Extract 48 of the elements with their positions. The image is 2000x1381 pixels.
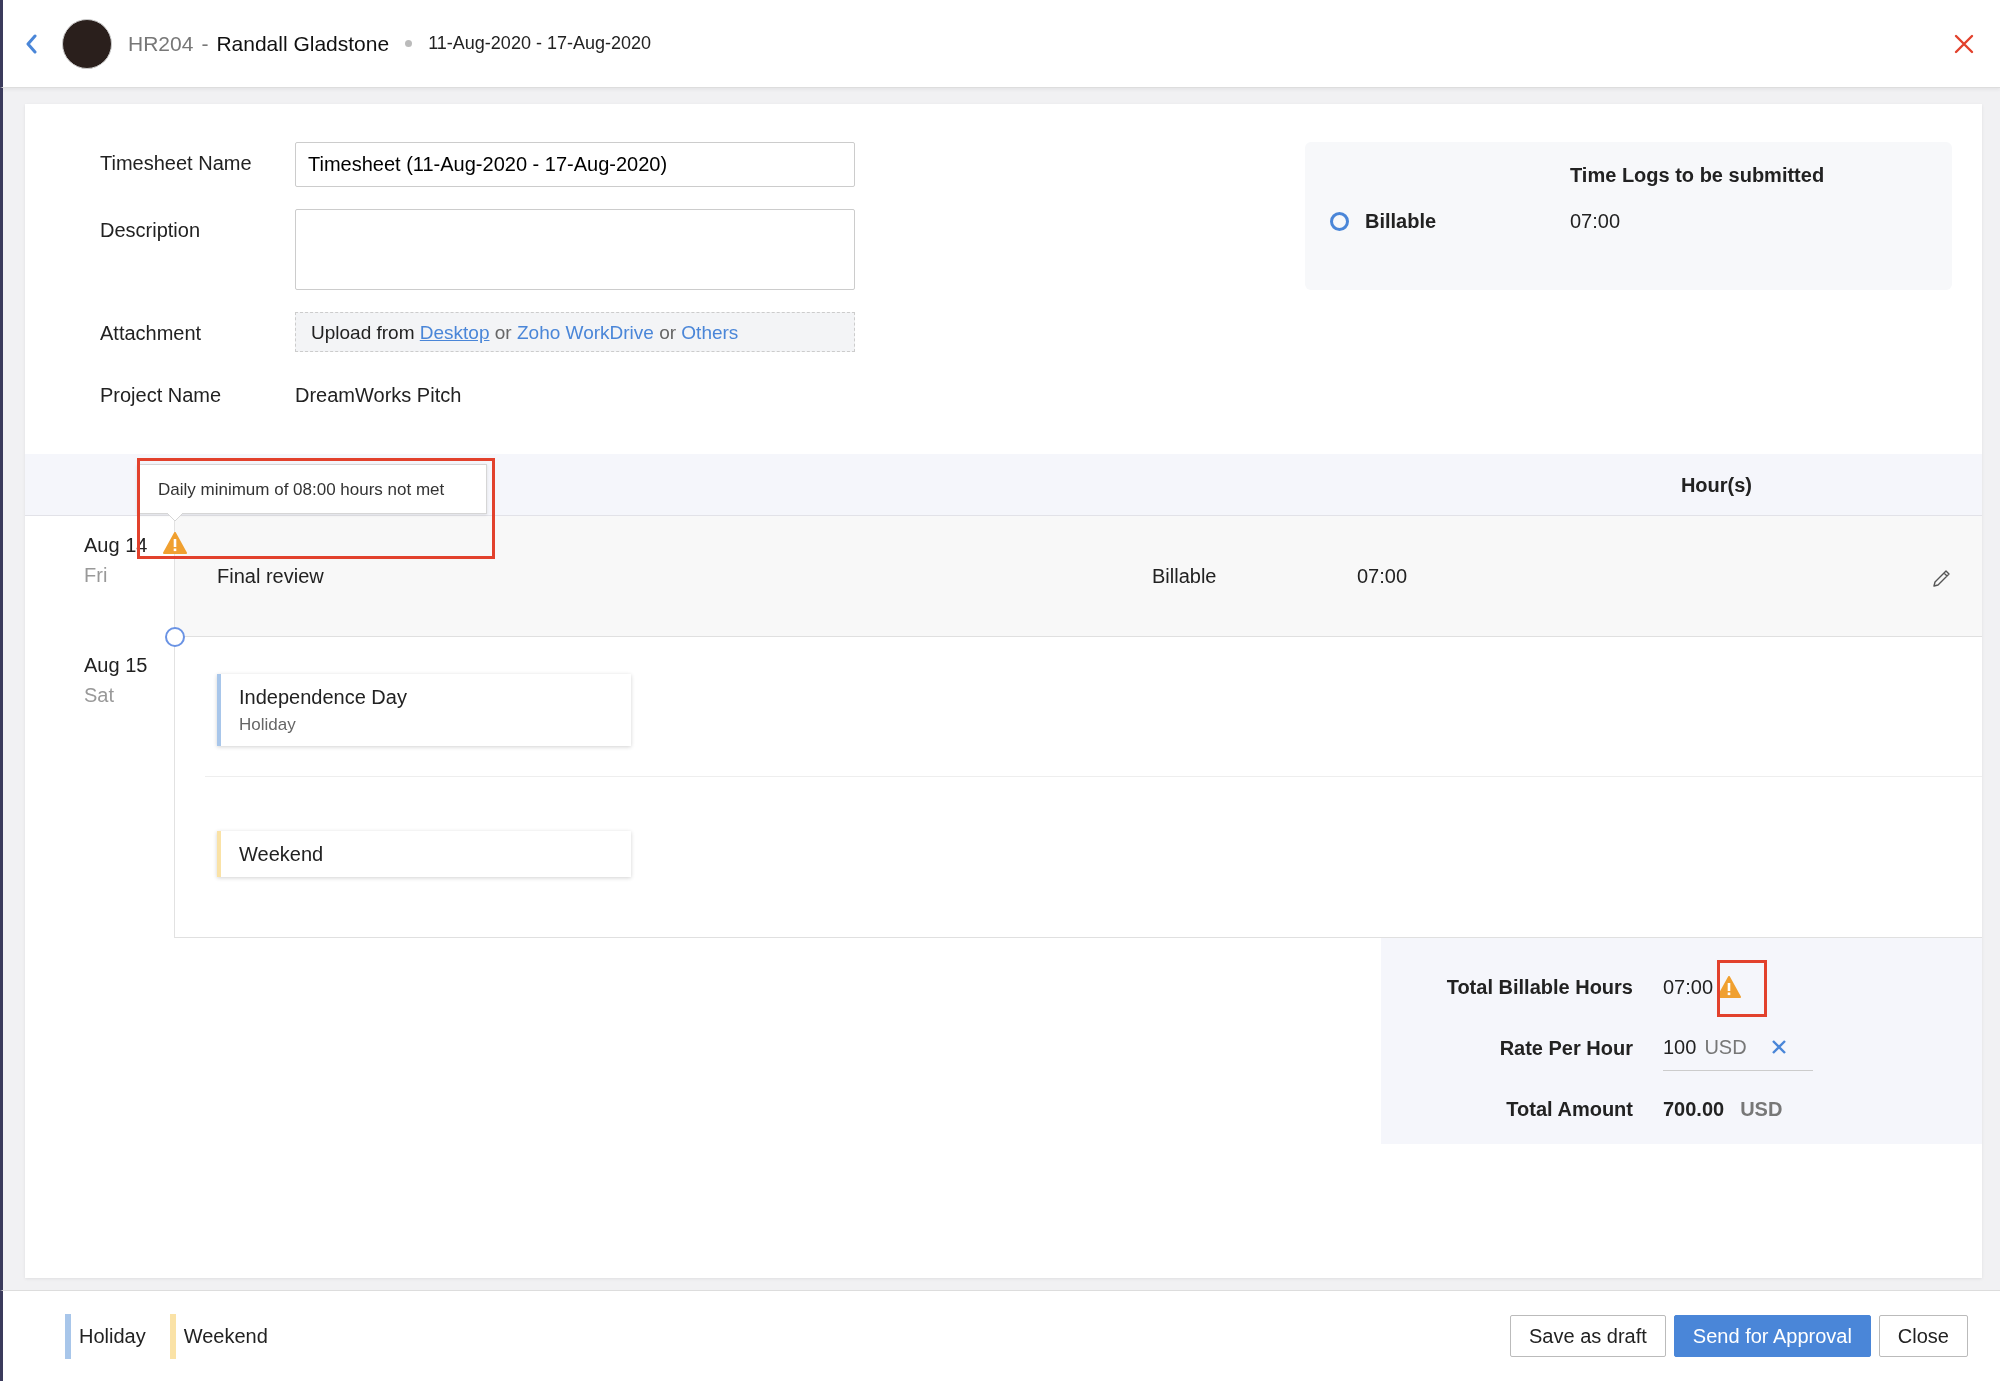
total-label: Rate Per Hour [1498,1035,1633,1061]
day-date: Aug 15 [84,653,149,678]
billing-type: Billable [1152,564,1218,589]
total-amount: 700.00 [1663,1096,1725,1122]
employee-id: HR204 [128,30,194,57]
log-hours: 07:00 [1357,564,1408,589]
description-field[interactable] [295,209,855,290]
field-label: Description [100,218,202,243]
job-name: Final review [217,564,325,589]
total-label: Total Amount [1505,1096,1633,1122]
column-header: Hour(s) [1680,472,1752,498]
action-button[interactable]: Send for Approval [1673,1315,1871,1357]
field-label: Attachment [100,321,203,346]
text-field[interactable]: Timesheet (11-Aug-2020 - 17-Aug-2020) [295,142,855,187]
clear-button[interactable] [1770,1039,1787,1055]
summary-title: Time Logs to be submitted [1570,163,1826,188]
event-title: Independence Day [239,685,408,710]
close-icon [1954,34,1974,55]
action-button[interactable]: Close [1878,1315,1968,1357]
date-range: 11-Aug-2020 - 17-Aug-2020 [428,32,651,55]
event-type: Holiday [239,714,297,736]
field-label: Project Name [100,383,223,408]
tooltip: Daily minimum of 08:00 hours not met [137,464,487,514]
field-label: Timesheet Name [100,151,253,176]
rate-value: 100 [1663,1035,1697,1060]
joiner-text: or [659,322,677,343]
currency-unit: USD [1704,1035,1747,1060]
upload-text: Upload from [311,322,415,343]
action-button[interactable]: Save as draft [1510,1315,1666,1357]
separator: - [201,30,209,57]
event-title: Weekend [239,841,325,867]
legend-label: Weekend [183,1324,268,1349]
project-name: DreamWorks Pitch [295,383,463,408]
summary-label: Billable [1365,209,1438,234]
avatar [62,18,112,69]
close-icon [1770,1039,1787,1055]
total-label: Total Billable Hours [1445,974,1633,1000]
day-weekday: Fri [84,563,109,588]
employee-name: Randall Gladstone [216,30,390,57]
total-value: 07:00 [1663,974,1714,1000]
separator-dot [405,40,413,47]
legend-label: Holiday [79,1324,146,1349]
ring-icon [1330,211,1349,231]
joiner-text: or [494,322,512,343]
day-weekday: Sat [84,683,116,708]
chevron-left-icon [25,34,38,55]
summary-value: 07:00 [1570,209,1621,234]
currency-unit: USD [1740,1096,1783,1122]
